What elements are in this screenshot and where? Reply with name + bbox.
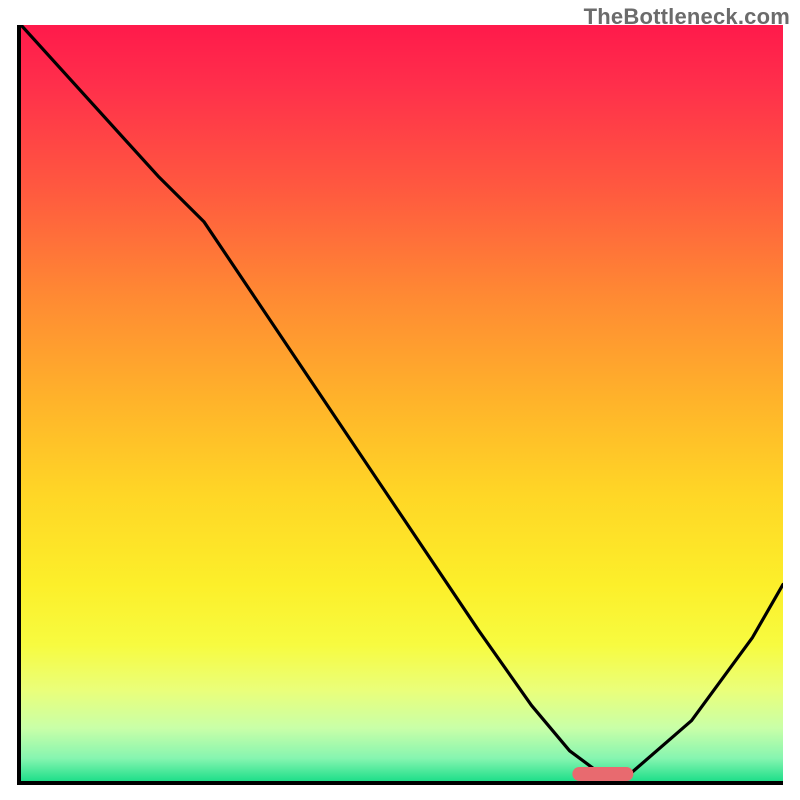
optimal-range-marker: [573, 767, 634, 781]
watermark-text: TheBottleneck.com: [584, 4, 790, 30]
heat-gradient-background: [21, 25, 783, 781]
chart-plot-area: [17, 25, 783, 785]
